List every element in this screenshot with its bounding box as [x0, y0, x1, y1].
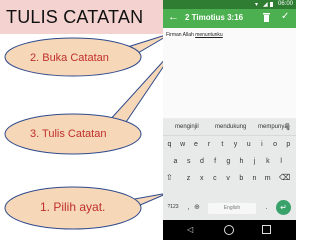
status-bar: ▾ ◢ 06:00 — [163, 0, 296, 9]
key-h[interactable]: h — [235, 154, 248, 169]
note-editor[interactable]: Firman Allah menuntunku — [163, 28, 296, 118]
nav-bar: ◁ — [163, 220, 296, 240]
nav-back-icon[interactable]: ◁ — [187, 225, 193, 234]
phone-screenshot: ▾ ◢ 06:00 ← 2 Timotius 3:16 ✓ Firman All… — [163, 0, 296, 240]
mic-icon[interactable]: 🎙 — [283, 123, 292, 131]
key-i[interactable]: i — [255, 137, 268, 152]
status-time: 06:00 — [277, 1, 293, 7]
key-m[interactable]: m — [261, 171, 274, 186]
key-a[interactable]: a — [169, 154, 182, 169]
suggestion-1[interactable]: menginjil — [175, 124, 199, 130]
nav-home-icon[interactable] — [224, 225, 234, 235]
key-g[interactable]: g — [222, 154, 235, 169]
key-l[interactable]: l — [275, 154, 288, 169]
callout-2-label: 3. Tulis Catatan — [30, 128, 107, 140]
nav-recent-icon[interactable] — [262, 225, 271, 234]
key-v[interactable]: v — [222, 171, 235, 186]
enter-icon[interactable]: ↵ — [276, 200, 291, 215]
globe-icon[interactable]: ⊕ — [194, 203, 200, 211]
key-k[interactable]: k — [261, 154, 274, 169]
note-text: Firman Allah menuntunku — [166, 32, 223, 38]
back-arrow-icon[interactable]: ← — [168, 11, 179, 23]
key-w[interactable]: w — [176, 137, 189, 152]
key-q[interactable]: q — [163, 137, 176, 152]
suggestion-2[interactable]: mendukung — [215, 124, 246, 130]
app-toolbar: ← 2 Timotius 3:16 ✓ — [163, 9, 296, 28]
delete-icon[interactable] — [263, 13, 270, 22]
note-prefix: Firman Allah — [166, 32, 196, 38]
key-f[interactable]: f — [209, 154, 222, 169]
key-r[interactable]: r — [203, 137, 216, 152]
suggestion-strip: menginjil mendukung mempunyai 🎙 — [163, 119, 296, 136]
key-p[interactable]: p — [282, 137, 295, 152]
callout-1-label: 2. Buka Catatan — [30, 52, 109, 64]
key-s[interactable]: s — [182, 154, 195, 169]
key-e[interactable]: e — [189, 137, 202, 152]
key-n[interactable]: n — [248, 171, 261, 186]
key-t[interactable]: t — [216, 137, 229, 152]
shift-icon[interactable]: ⇧ — [166, 173, 173, 182]
key-u[interactable]: u — [242, 137, 255, 152]
key-x[interactable]: x — [195, 171, 208, 186]
spacebar[interactable]: English — [208, 203, 256, 214]
key-j[interactable]: j — [248, 154, 261, 169]
note-underlined-word: menuntunku — [195, 32, 223, 38]
key-y[interactable]: y — [229, 137, 242, 152]
check-icon[interactable]: ✓ — [281, 11, 289, 22]
callout-3-label: 1. Pilih ayat. — [40, 200, 106, 214]
battery-icon — [270, 2, 273, 7]
symbols-key[interactable]: ?123 — [165, 200, 181, 215]
wifi-icon: ▾ — [255, 2, 259, 8]
signal-icon: ◢ — [263, 2, 268, 8]
backspace-icon[interactable]: ⌫ — [279, 173, 290, 182]
key-o[interactable]: o — [269, 137, 282, 152]
key-z[interactable]: z — [182, 171, 195, 186]
key-b[interactable]: b — [235, 171, 248, 186]
key-c[interactable]: c — [208, 171, 221, 186]
toolbar-title: 2 Timotius 3:16 — [185, 13, 244, 22]
key-d[interactable]: d — [195, 154, 208, 169]
on-screen-keyboard: menginjil mendukung mempunyai 🎙 qwertyui… — [163, 119, 296, 240]
period-key[interactable]: . — [260, 200, 273, 215]
